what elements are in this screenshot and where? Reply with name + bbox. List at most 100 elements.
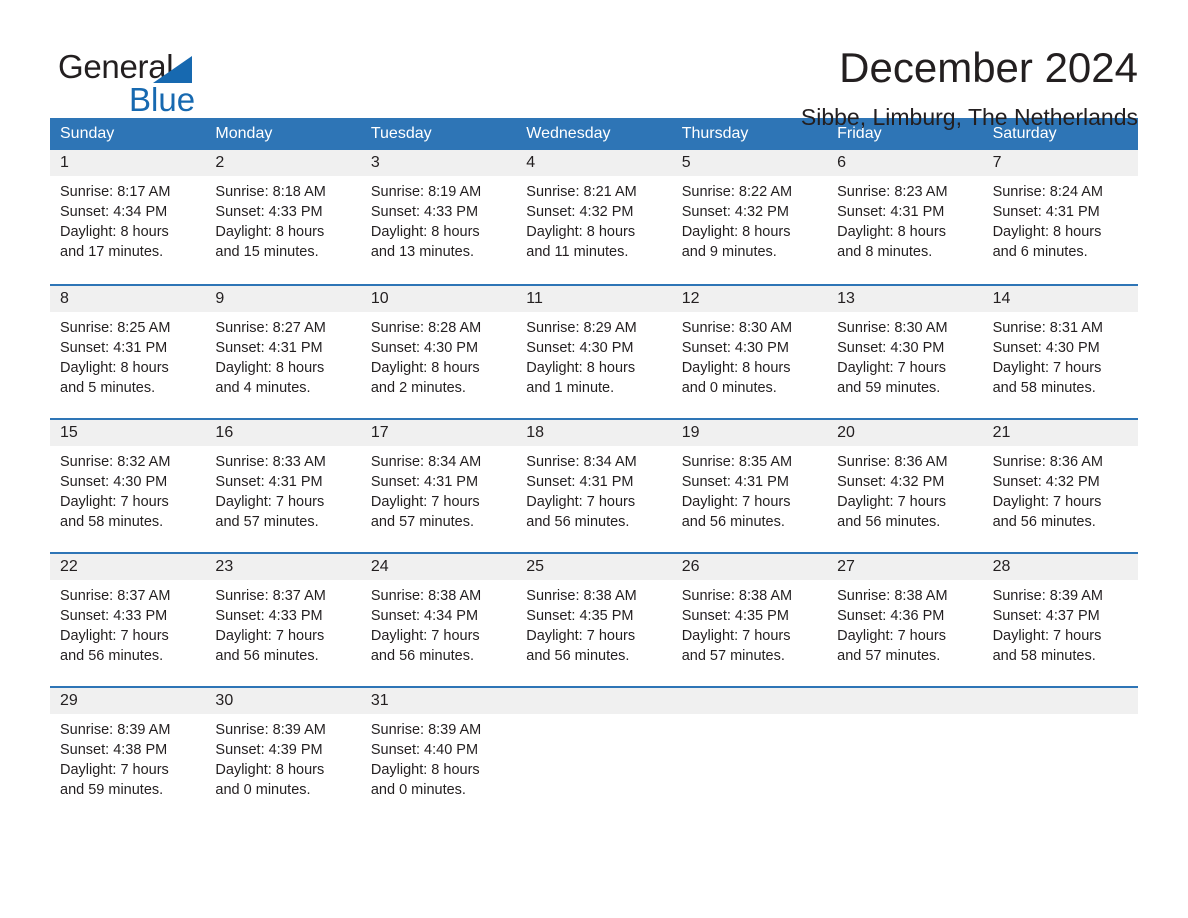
daylight-text: Daylight: 7 hours and 56 minutes. (526, 494, 636, 530)
day-cell[interactable]: 3 Sunrise: 8:19 AM Sunset: 4:33 PM Daylight… (360, 150, 517, 284)
day-cell[interactable]: 25 Sunrise: 8:38 AM Sunset: 4:35 PM Dayligh… (516, 554, 672, 686)
daylight-text: Daylight: 8 hours and 0 minutes. (681, 360, 791, 396)
day-number: 15 (60, 424, 78, 441)
sunset-text: Sunset: 4:32 PM (526, 204, 634, 220)
day-number: 27 (837, 558, 855, 575)
daylight-text: Daylight: 8 hours and 0 minutes. (215, 762, 325, 798)
day-cell[interactable]: 5 Sunrise: 8:22 AM Sunset: 4:32 PM Daylight… (671, 150, 828, 284)
day-cell[interactable]: 8 Sunrise: 8:25 AM Sunset: 4:31 PM Daylight… (50, 286, 206, 418)
logo-text-blue: Blue (129, 81, 196, 118)
week-row: 22 Sunrise: 8:37 AM Sunset: 4:33 PM Dayligh… (50, 552, 1138, 686)
daylight-text: Daylight: 8 hours and 11 minutes. (526, 224, 636, 260)
page-header: General Blue December 2024 Sibbe, Limbur… (0, 0, 1188, 130)
daylight-text: Daylight: 7 hours and 57 minutes. (370, 494, 480, 530)
sunset-text: Sunset: 4:30 PM (60, 474, 168, 490)
daylight-text: Daylight: 7 hours and 57 minutes. (681, 628, 791, 664)
sunrise-text: Sunrise: 8:25 AM (60, 320, 171, 336)
sunrise-text: Sunrise: 8:18 AM (215, 184, 326, 200)
sunrise-text: Sunrise: 8:39 AM (215, 722, 326, 738)
sunset-text: Sunset: 4:31 PM (837, 204, 945, 220)
day-cell[interactable]: 24 Sunrise: 8:38 AM Sunset: 4:34 PM Dayligh… (360, 554, 517, 686)
day-cell[interactable]: 7 Sunrise: 8:24 AM Sunset: 4:31 PM Daylight… (982, 150, 1138, 284)
day-number: 4 (526, 154, 536, 171)
daylight-text: Daylight: 7 hours and 59 minutes. (837, 360, 946, 396)
daylight-text: Daylight: 8 hours and 2 minutes. (370, 360, 480, 396)
day-cell[interactable]: 12 Sunrise: 8:30 AM Sunset: 4:30 PM Dayligh… (671, 286, 828, 418)
sunset-text: Sunset: 4:33 PM (370, 204, 479, 220)
day-cell[interactable]: 15 Sunrise: 8:32 AM Sunset: 4:30 PM Dayligh… (50, 420, 206, 552)
sunrise-text: Sunrise: 8:36 AM (837, 454, 948, 470)
sunset-text: Sunset: 4:31 PM (681, 474, 789, 490)
sunset-text: Sunset: 4:38 PM (60, 742, 168, 758)
daylight-text: Daylight: 7 hours and 57 minutes. (837, 628, 946, 664)
day-number: 19 (681, 424, 700, 441)
day-number: 22 (60, 558, 78, 575)
day-cell[interactable]: 27 Sunrise: 8:38 AM Sunset: 4:36 PM Dayligh… (827, 554, 983, 686)
day-cell-empty (827, 688, 983, 820)
day-cell[interactable]: 22 Sunrise: 8:37 AM Sunset: 4:33 PM Dayligh… (50, 554, 206, 686)
day-cell[interactable]: 16 Sunrise: 8:33 AM Sunset: 4:31 PM Dayligh… (205, 420, 361, 552)
calendar-table: Sunday Monday Tuesday Wednesday Thursday… (50, 118, 1138, 820)
day-number: 30 (215, 692, 234, 709)
week-row: 15 Sunrise: 8:32 AM Sunset: 4:30 PM Dayligh… (50, 418, 1138, 552)
day-cell[interactable]: 29 Sunrise: 8:39 AM Sunset: 4:38 PM Dayligh… (50, 688, 206, 820)
daylight-text: Daylight: 8 hours and 15 minutes. (215, 224, 325, 260)
sunset-text: Sunset: 4:35 PM (526, 608, 634, 624)
day-number: 23 (215, 558, 234, 575)
daylight-text: Daylight: 7 hours and 56 minutes. (681, 494, 791, 530)
sunset-text: Sunset: 4:33 PM (215, 608, 323, 624)
day-cell[interactable]: 23 Sunrise: 8:37 AM Sunset: 4:33 PM Dayligh… (205, 554, 361, 686)
sunset-text: Sunset: 4:32 PM (992, 474, 1100, 490)
sunset-text: Sunset: 4:31 PM (215, 474, 323, 490)
day-cell[interactable]: 21 Sunrise: 8:36 AM Sunset: 4:32 PM Dayligh… (982, 420, 1138, 552)
day-cell[interactable]: 17 Sunrise: 8:34 AM Sunset: 4:31 PM Dayligh… (360, 420, 517, 552)
day-cell[interactable]: 28 Sunrise: 8:39 AM Sunset: 4:37 PM Dayligh… (982, 554, 1138, 686)
day-cell[interactable]: 31 Sunrise: 8:39 AM Sunset: 4:40 PM Dayligh… (360, 688, 517, 820)
week-row: 1 Sunrise: 8:17 AM Sunset: 4:34 PM Daylight… (50, 150, 1138, 284)
week-row: 29 Sunrise: 8:39 AM Sunset: 4:38 PM Dayligh… (50, 686, 1138, 820)
day-cell[interactable]: 4 Sunrise: 8:21 AM Sunset: 4:32 PM Daylight… (516, 150, 672, 284)
day-cell[interactable]: 13 Sunrise: 8:30 AM Sunset: 4:30 PM Dayligh… (827, 286, 983, 418)
day-cell[interactable]: 10 Sunrise: 8:28 AM Sunset: 4:30 PM Dayligh… (360, 286, 517, 418)
sunrise-text: Sunrise: 8:19 AM (370, 184, 482, 200)
day-cell[interactable]: 11 Sunrise: 8:29 AM Sunset: 4:30 PM Dayligh… (516, 286, 672, 418)
day-number: 13 (837, 290, 855, 307)
day-number: 31 (370, 692, 389, 709)
day-cell[interactable]: 9 Sunrise: 8:27 AM Sunset: 4:31 PM Daylight… (205, 286, 361, 418)
sunset-text: Sunset: 4:33 PM (60, 608, 168, 624)
sunrise-text: Sunrise: 8:23 AM (837, 184, 948, 200)
day-number: 16 (215, 424, 234, 441)
day-cell[interactable]: 19 Sunrise: 8:35 AM Sunset: 4:31 PM Dayligh… (671, 420, 828, 552)
sunrise-text: Sunrise: 8:39 AM (370, 722, 482, 738)
day-number: 24 (370, 558, 389, 575)
sunset-text: Sunset: 4:33 PM (215, 204, 323, 220)
day-cell[interactable]: 1 Sunrise: 8:17 AM Sunset: 4:34 PM Daylight… (50, 150, 206, 284)
day-number: 28 (992, 558, 1011, 575)
daylight-text: Daylight: 8 hours and 1 minute. (526, 360, 636, 396)
daylight-text: Daylight: 8 hours and 17 minutes. (60, 224, 169, 260)
logo-triangle-icon (153, 56, 192, 83)
sunrise-text: Sunrise: 8:29 AM (526, 320, 637, 336)
day-number: 5 (681, 154, 691, 171)
sunrise-text: Sunrise: 8:32 AM (60, 454, 171, 470)
day-cell[interactable]: 20 Sunrise: 8:36 AM Sunset: 4:32 PM Dayligh… (827, 420, 983, 552)
sunrise-text: Sunrise: 8:24 AM (992, 184, 1103, 200)
day-cell[interactable]: 14 Sunrise: 8:31 AM Sunset: 4:30 PM Dayligh… (982, 286, 1138, 418)
day-cell[interactable]: 6 Sunrise: 8:23 AM Sunset: 4:31 PM Daylight… (827, 150, 983, 284)
day-cell[interactable]: 18 Sunrise: 8:34 AM Sunset: 4:31 PM Dayligh… (516, 420, 672, 552)
day-number: 3 (370, 154, 380, 171)
sunrise-text: Sunrise: 8:34 AM (526, 454, 637, 470)
day-cell[interactable]: 2 Sunrise: 8:18 AM Sunset: 4:33 PM Daylight… (205, 150, 361, 284)
day-number: 11 (526, 290, 543, 307)
day-cell[interactable]: 26 Sunrise: 8:38 AM Sunset: 4:35 PM Dayligh… (671, 554, 828, 686)
sunset-text: Sunset: 4:30 PM (526, 340, 634, 356)
day-cell[interactable]: 30 Sunrise: 8:39 AM Sunset: 4:39 PM Dayligh… (205, 688, 361, 820)
sunset-text: Sunset: 4:30 PM (837, 340, 945, 356)
daylight-text: Daylight: 7 hours and 58 minutes. (60, 494, 169, 530)
sunrise-text: Sunrise: 8:38 AM (681, 588, 793, 604)
daylight-text: Daylight: 7 hours and 58 minutes. (992, 628, 1102, 664)
daylight-text: Daylight: 7 hours and 58 minutes. (992, 360, 1102, 396)
sunset-text: Sunset: 4:37 PM (992, 608, 1100, 624)
daylight-text: Daylight: 7 hours and 56 minutes. (837, 494, 946, 530)
sunrise-text: Sunrise: 8:39 AM (60, 722, 171, 738)
